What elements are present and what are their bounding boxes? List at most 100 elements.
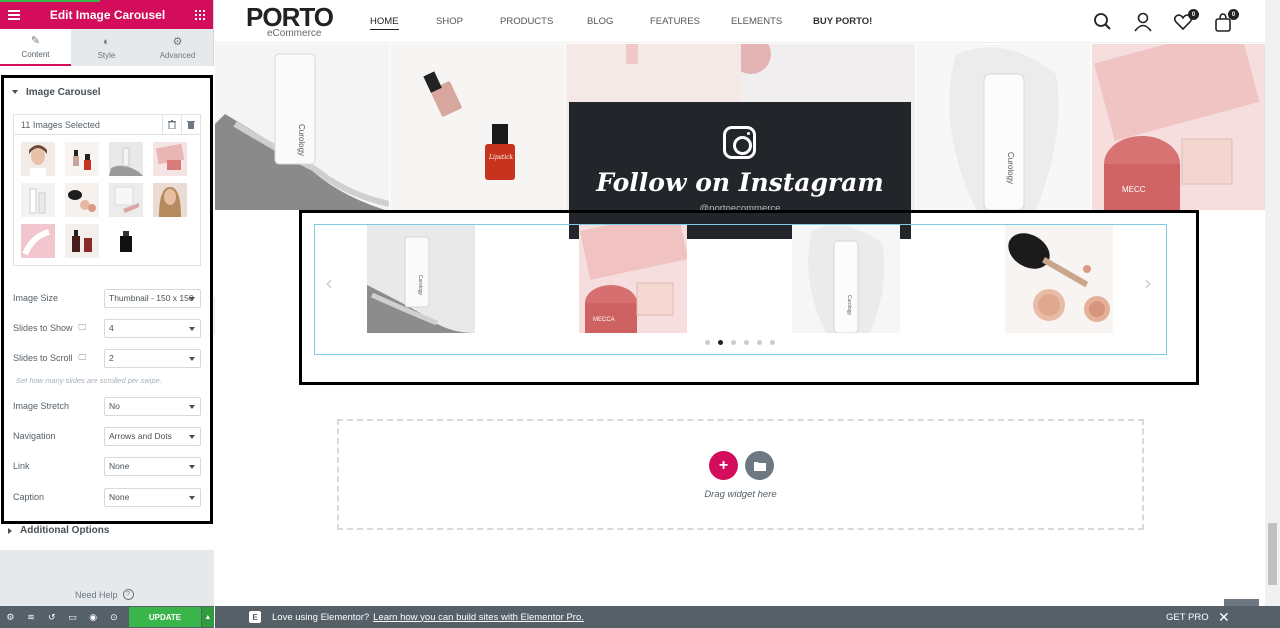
elementor-promo-bar: E Love using Elementor? Learn how you ca… (215, 606, 1280, 628)
section-toggle-image-carousel[interactable]: Image Carousel (4, 78, 210, 106)
svg-text:Curology: Curology (297, 124, 306, 156)
desktop-icon[interactable]: 🖵 (79, 323, 87, 333)
gallery-thumb[interactable] (153, 142, 187, 176)
account-icon[interactable] (1133, 12, 1153, 32)
gallery-thumb[interactable] (65, 142, 99, 176)
nav-features[interactable]: FEATURES (650, 16, 700, 27)
image-size-select[interactable]: Thumbnail - 150 x 150 (104, 288, 201, 308)
update-button[interactable]: UPDATE (129, 607, 201, 627)
add-section-button[interactable]: + (709, 451, 738, 480)
gallery-thumb[interactable] (65, 224, 99, 258)
instagram-photo[interactable]: Curology (215, 44, 389, 210)
cart-bag-icon[interactable]: 0 (1213, 9, 1239, 32)
gallery-header: 11 Images Selected (14, 115, 200, 135)
gallery-thumb[interactable] (109, 183, 143, 217)
gallery-thumb[interactable] (65, 183, 99, 217)
wishlist-count-badge: 0 (1188, 9, 1199, 20)
image-carousel-widget[interactable]: ‹ › Curology MECCA Curology (314, 224, 1167, 355)
wishlist-heart-icon[interactable]: 0 (1173, 9, 1199, 32)
gallery-thumb[interactable] (21, 224, 55, 258)
section-toggle-additional-options[interactable]: Additional Options (8, 525, 109, 536)
image-size-control: Image Size Thumbnail - 150 x 150 (13, 288, 201, 308)
hamburger-menu-icon[interactable] (8, 9, 20, 20)
panel-title: Edit Image Carousel (49, 7, 166, 22)
pencil-icon: ✎ (30, 35, 41, 47)
add-section-drop-zone: + Drag widget here (337, 419, 1144, 530)
accessibility-icon[interactable]: ⊙ (104, 606, 125, 628)
gallery-count[interactable]: 11 Images Selected (14, 120, 162, 130)
preview-scrollbar[interactable] (1265, 0, 1280, 606)
gallery-thumb[interactable] (109, 224, 143, 258)
carousel-slide[interactable]: MECCA (579, 225, 687, 333)
carousel-dot[interactable] (757, 340, 762, 345)
carousel-dot[interactable] (731, 340, 736, 345)
gear-icon: ⚙ (172, 36, 183, 48)
carousel-dot[interactable] (744, 340, 749, 345)
get-pro-link[interactable]: GET PRO (1166, 612, 1209, 623)
save-options-caret-icon[interactable]: ▲ (201, 607, 214, 627)
panel-header: Edit Image Carousel (0, 0, 213, 29)
desktop-icon[interactable]: 🖵 (79, 353, 87, 363)
nav-products[interactable]: PRODUCTS (500, 16, 553, 27)
tab-style[interactable]: ◐ Style (71, 29, 142, 66)
nav-blog[interactable]: BLOG (587, 16, 613, 27)
delete-all-icon[interactable] (181, 115, 200, 134)
slides-to-scroll-select[interactable]: 2 (104, 348, 201, 368)
nav-home[interactable]: HOME (370, 16, 399, 30)
site-logo[interactable]: PORTO eCommerce (246, 4, 334, 39)
history-icon[interactable]: ↺ (41, 606, 62, 628)
tab-advanced[interactable]: ⚙ Advanced (142, 29, 213, 66)
svg-text:MECC: MECC (1122, 185, 1146, 194)
link-select[interactable]: None (104, 456, 201, 476)
caption-select[interactable]: None (104, 487, 201, 507)
settings-icon[interactable]: ⚙ (0, 606, 21, 628)
gallery-thumb[interactable] (21, 183, 55, 217)
gallery-thumbnails (14, 135, 200, 265)
preview-canvas: PORTO eCommerce HOME SHOP PRODUCTS BLOG … (215, 0, 1265, 606)
site-header: PORTO eCommerce HOME SHOP PRODUCTS BLOG … (215, 0, 1265, 43)
need-help-label: Need Help (75, 589, 118, 600)
carousel-dot[interactable] (770, 340, 775, 345)
scrollbar-thumb[interactable] (1268, 523, 1277, 585)
widgets-grid-icon[interactable] (195, 9, 205, 20)
elementor-editor: Edit Image Carousel ✎ Content ◐ Style ⚙ … (0, 0, 1280, 628)
close-icon[interactable]: ✕ (1218, 609, 1230, 626)
carousel-dot[interactable] (705, 340, 710, 345)
instagram-photo[interactable]: Curology (916, 44, 1091, 210)
instagram-photo[interactable]: Lipstick (390, 44, 565, 210)
tab-content[interactable]: ✎ Content (0, 29, 71, 66)
back-to-top-button[interactable] (1224, 599, 1259, 606)
responsive-mode-icon[interactable]: ▭ (62, 606, 83, 628)
carousel-slide[interactable]: Curology (367, 225, 475, 333)
svg-text:MECCA: MECCA (593, 317, 615, 323)
slides-to-show-select[interactable]: 4 (104, 318, 201, 338)
carousel-slide[interactable] (1005, 225, 1113, 333)
navigation-select[interactable]: Arrows and Dots (104, 426, 201, 446)
tab-style-label: Style (97, 50, 116, 60)
image-stretch-select[interactable]: No (104, 396, 201, 416)
search-icon[interactable] (1093, 12, 1113, 32)
nav-buy-porto[interactable]: BUY PORTO! (813, 16, 872, 27)
drag-widget-hint: Drag widget here (704, 489, 777, 500)
preview-eye-icon[interactable]: ◉ (83, 606, 104, 628)
help-icon: ? (122, 589, 134, 600)
instagram-photo[interactable]: MECC (1092, 44, 1265, 210)
need-help-link[interactable]: Need Help ? (75, 589, 134, 600)
trash-icon[interactable] (162, 115, 181, 134)
gallery-thumb[interactable] (153, 183, 187, 217)
nav-shop[interactable]: SHOP (436, 16, 463, 27)
carousel-prev-arrow-icon[interactable]: ‹ (325, 271, 333, 295)
navigator-layers-icon[interactable]: ≋ (21, 606, 42, 628)
promo-learn-link[interactable]: Learn how you can build sites with Eleme… (373, 612, 584, 623)
slides-to-scroll-hint: Set how many slides are scrolled per swi… (16, 376, 162, 385)
gallery-thumb[interactable] (109, 142, 143, 176)
carousel-next-arrow-icon[interactable]: › (1144, 271, 1152, 295)
carousel-slide[interactable]: Curology (792, 225, 900, 333)
nav-elements[interactable]: ELEMENTS (731, 16, 782, 27)
add-template-folder-icon[interactable] (745, 451, 774, 480)
gallery-thumb[interactable] (21, 142, 55, 176)
svg-text:Curology: Curology (846, 295, 852, 316)
instagram-feed: Curology Lipstick Curology MECC Follow o… (215, 44, 1265, 239)
carousel-dot[interactable] (718, 340, 723, 345)
slides-to-scroll-label: Slides to Scroll (13, 353, 73, 363)
